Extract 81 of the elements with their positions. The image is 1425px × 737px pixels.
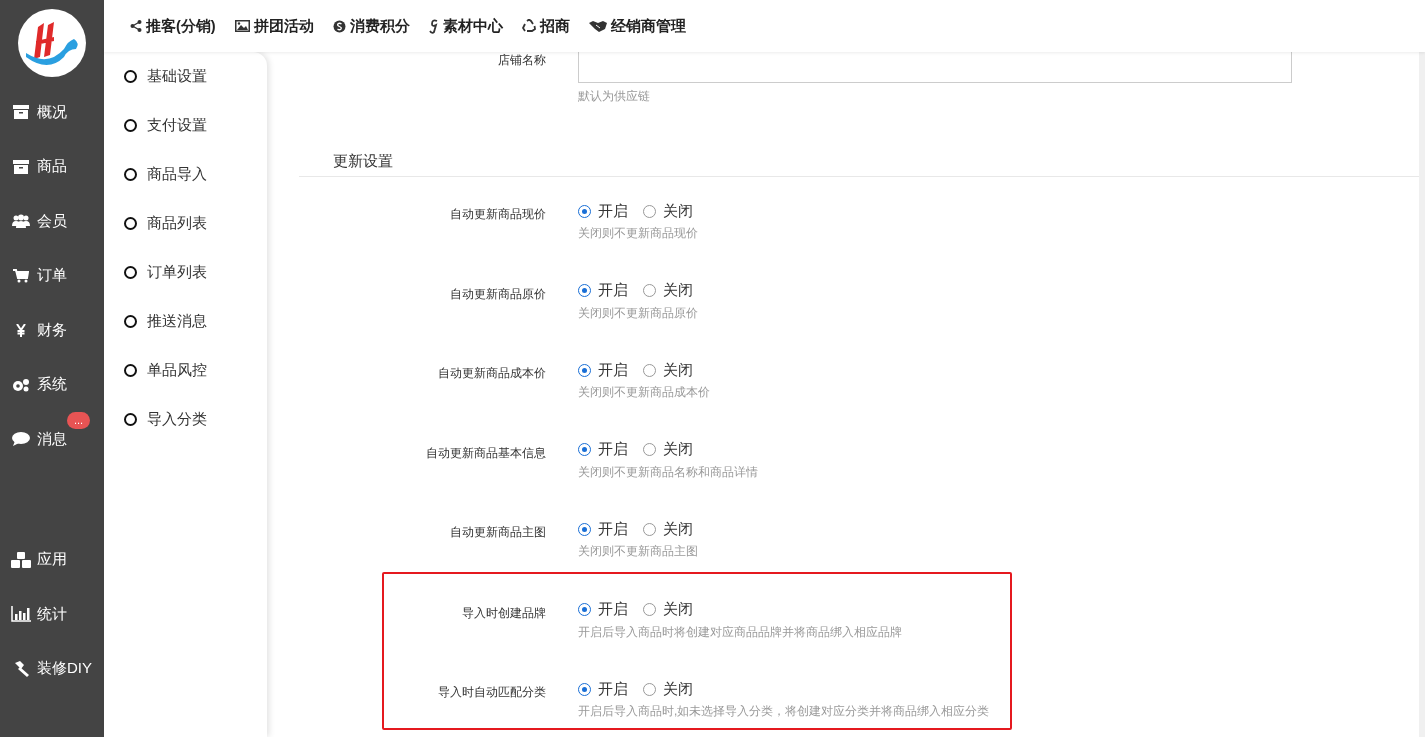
field-hint: 默认为供应链	[578, 88, 650, 105]
circle-icon	[124, 70, 137, 83]
submenu-item[interactable]: 支付设置	[104, 112, 267, 161]
sidebar-item[interactable]: 装修DIY	[0, 641, 104, 696]
radio-option[interactable]: 关闭	[643, 600, 693, 619]
submenu-item[interactable]: 单品风控	[104, 357, 267, 406]
setting-hint: 关闭则不更新商品名称和商品详情	[578, 463, 758, 481]
setting-label: 导入时创建品牌	[461, 604, 546, 622]
submenu-item[interactable]: 导入分类	[104, 406, 267, 455]
sidebar-item[interactable]: 商品	[0, 139, 104, 194]
sidebar-item[interactable]: 会员	[0, 194, 104, 249]
section-title: 更新设置	[333, 152, 393, 169]
radio-option[interactable]: 开启	[578, 360, 628, 380]
recycle-icon	[521, 19, 536, 33]
radio-option[interactable]: 关闭	[643, 679, 693, 699]
radio-option[interactable]: 开启	[578, 201, 628, 221]
image-icon	[234, 20, 250, 32]
setting-label: 自动更新商品成本价	[437, 365, 546, 382]
circle-icon	[124, 119, 137, 132]
radio-option[interactable]: 关闭	[643, 440, 693, 459]
setting-hint: 关闭则不更新商品现价	[578, 225, 698, 242]
script-g-icon	[428, 18, 439, 34]
sidebar-item[interactable]: 应用	[0, 532, 104, 587]
submenu-item[interactable]: 商品列表	[104, 210, 267, 259]
radio-option[interactable]: 开启	[578, 600, 628, 619]
submenu-item[interactable]: 推送消息	[104, 308, 267, 357]
setting-label: 自动更新商品现价	[449, 206, 546, 223]
circle-icon	[124, 266, 137, 279]
setting-hint: 关闭则不更新商品原价	[578, 304, 698, 322]
logo-icon	[18, 9, 86, 77]
bar-chart-icon	[11, 606, 31, 623]
radio-option[interactable]: 关闭	[643, 360, 693, 380]
cart-icon	[13, 268, 29, 283]
s-circle-icon	[332, 19, 346, 33]
top-nav-link[interactable]: 消费积分	[332, 16, 410, 36]
sidebar-item[interactable]: 概况	[0, 85, 104, 140]
cubes-icon	[11, 551, 31, 568]
yen-icon	[16, 323, 26, 337]
circle-icon	[124, 413, 137, 426]
sidebar-item[interactable]: 系统	[0, 357, 104, 412]
radio-option[interactable]: 开启	[578, 679, 628, 699]
sidebar-item[interactable]: 统计	[0, 587, 104, 642]
sidebar-item[interactable]: 订单	[0, 248, 104, 303]
setting-hint: 开启后导入商品时将创建对应商品品牌并将商品绑入相应品牌	[578, 623, 902, 641]
setting-label: 导入时自动匹配分类	[437, 684, 546, 701]
archive-box-icon	[13, 159, 29, 174]
shop-name-input[interactable]	[578, 52, 1292, 83]
submenu-item[interactable]: 基础设置	[104, 63, 267, 112]
setting-hint: 关闭则不更新商品成本价	[578, 384, 710, 401]
radio-option[interactable]: 开启	[578, 281, 628, 300]
radio-option[interactable]: 开启	[578, 519, 628, 539]
radio-option[interactable]: 关闭	[643, 201, 693, 221]
gears-icon	[12, 377, 30, 392]
users-icon	[12, 214, 30, 229]
circle-icon	[124, 315, 137, 328]
circle-icon	[124, 364, 137, 377]
setting-label: 自动更新商品原价	[449, 285, 546, 303]
top-nav-link[interactable]: 推客(分销)	[130, 16, 216, 36]
radio-option[interactable]: 关闭	[643, 281, 693, 300]
top-nav-link[interactable]: 素材中心	[428, 16, 503, 36]
sidebar-item[interactable]: 财务	[0, 303, 104, 358]
circle-icon	[124, 168, 137, 181]
sidebar-item[interactable]: 消息 ...	[0, 412, 104, 467]
setting-hint: 开启后导入商品时,如未选择导入分类，将创建对应分类并将商品绑入相应分类	[578, 703, 990, 720]
setting-label: 自动更新商品主图	[449, 524, 546, 541]
circle-icon	[124, 217, 137, 230]
notification-badge: ...	[67, 412, 91, 429]
top-nav-link[interactable]: 招商	[521, 16, 570, 36]
archive-box-icon	[13, 105, 29, 120]
scrollbar[interactable]	[1419, 52, 1425, 737]
chat-bubble-icon	[12, 432, 30, 447]
setting-hint: 关闭则不更新商品主图	[578, 543, 698, 560]
field-label: 店铺名称	[497, 52, 546, 69]
submenu-item[interactable]: 订单列表	[104, 259, 267, 308]
submenu-item[interactable]: 商品导入	[104, 161, 267, 210]
radio-option[interactable]: 开启	[578, 440, 628, 459]
radio-option[interactable]: 关闭	[643, 519, 693, 539]
top-nav-link[interactable]: 拼团活动	[234, 16, 314, 36]
top-nav-link[interactable]: 经销商管理	[588, 16, 686, 36]
share-icon	[130, 20, 142, 32]
setting-label: 自动更新商品基本信息	[425, 444, 546, 462]
